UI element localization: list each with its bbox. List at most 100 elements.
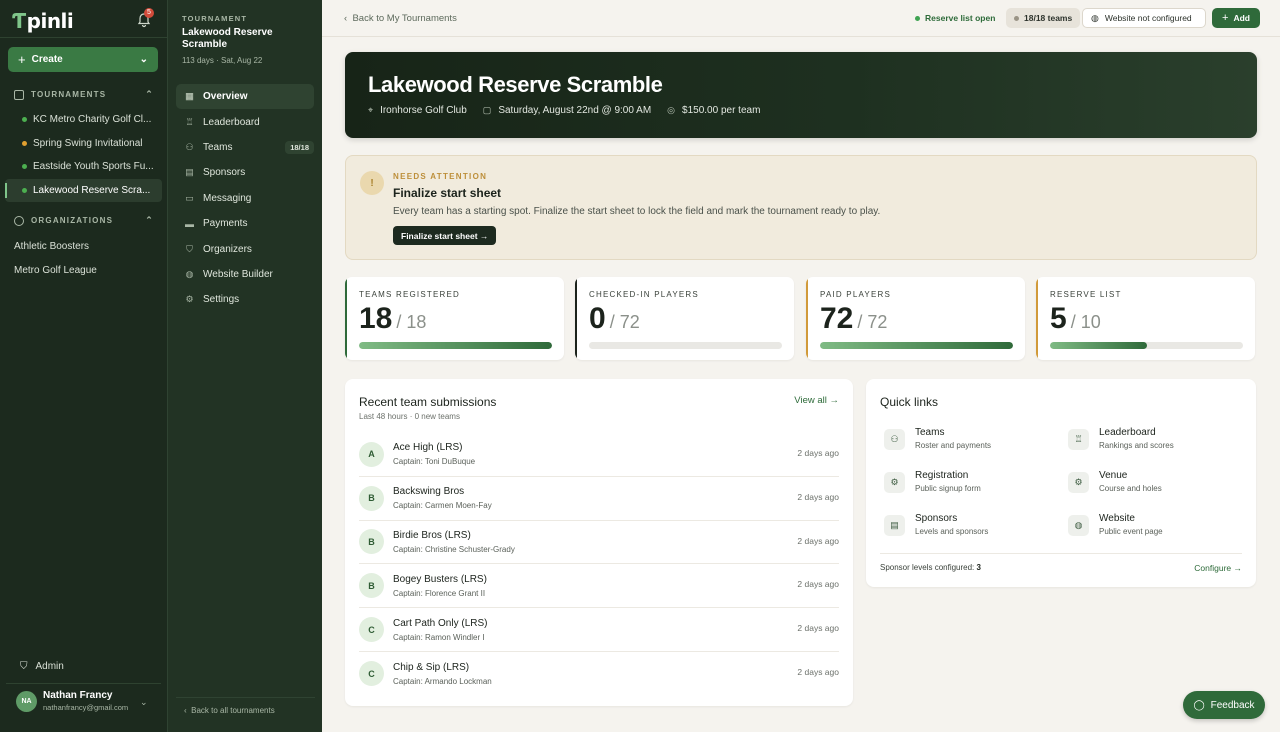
quick-link-name: Registration bbox=[915, 470, 969, 481]
quick-link-registration[interactable]: ⚙ Registration Public signup form bbox=[884, 470, 981, 493]
attention-label: NEEDS ATTENTION bbox=[393, 172, 488, 181]
user-name: Nathan Francy bbox=[43, 690, 113, 701]
quick-link-desc: Public event page bbox=[1099, 527, 1163, 536]
sidebar-item-tournament[interactable]: Lakewood Reserve Scra... bbox=[5, 178, 162, 202]
tournament-list: KC Metro Charity Golf Cl... Spring Swing… bbox=[5, 108, 162, 202]
sidebar-item-organization[interactable]: Metro Golf League bbox=[14, 265, 97, 276]
quick-link-name: Teams bbox=[915, 427, 945, 438]
list-item[interactable]: B Bogey Busters (LRS) Captain: Florence Gr… bbox=[359, 564, 839, 609]
stat-edge bbox=[1036, 277, 1038, 360]
team-captain: Captain: Ramon Windler I bbox=[393, 632, 485, 642]
stat-number: 5 bbox=[1050, 302, 1067, 335]
primary-sidebar: Ƭpinli 5 + Create ⌄ TOURNAMENTS ⌃ KC Met… bbox=[0, 0, 167, 732]
stat-label: CHECKED-IN PLAYERS bbox=[589, 290, 699, 299]
quick-links-card: Quick links ⚇ Teams Roster and payments ♖ L… bbox=[866, 379, 1256, 587]
tournament-hero: Lakewood Reserve Scramble ⌖ Ironhorse Gol… bbox=[345, 52, 1257, 138]
tournaments-heading[interactable]: TOURNAMENTS ⌃ bbox=[14, 89, 154, 100]
nav-label: Organizers bbox=[203, 243, 252, 255]
stat-total: / 72 bbox=[857, 312, 888, 332]
submitted-time: 2 days ago bbox=[797, 448, 839, 458]
status-dot bbox=[22, 164, 27, 170]
nav-messaging[interactable]: ▭ Messaging bbox=[176, 186, 314, 211]
view-all-link[interactable]: View all → bbox=[794, 395, 839, 406]
pill-label: 18/18 teams bbox=[1024, 13, 1073, 23]
building-icon: ▤ bbox=[884, 515, 905, 536]
submitted-time: 2 days ago bbox=[797, 491, 839, 502]
list-item[interactable]: B Birdie Bros (LRS) Captain: Christine Sch… bbox=[359, 521, 839, 565]
submitted-time: 2 days ago bbox=[797, 623, 839, 634]
organizations-heading[interactable]: ORGANIZATIONS ⌃ bbox=[14, 215, 154, 226]
submitted-time: 2 days ago bbox=[797, 579, 839, 590]
nav-overview[interactable]: ▦ Overview bbox=[176, 84, 314, 110]
quick-link-teams[interactable]: ⚇ Teams Roster and payments bbox=[884, 427, 991, 450]
list-item[interactable]: A Ace High (LRS) Captain: Toni DuBuque 2 da… bbox=[359, 433, 839, 477]
nav-settings[interactable]: ⚙ Settings bbox=[176, 287, 314, 312]
list-item[interactable]: C Cart Path Only (LRS) Captain: Ramon Wind… bbox=[359, 608, 839, 652]
finalize-start-sheet-button[interactable]: Finalize start sheet → bbox=[393, 226, 497, 245]
quick-link-sponsors[interactable]: ▤ Sponsors Levels and sponsors bbox=[884, 513, 988, 536]
list-item[interactable]: B Backswing Bros Captain: Carmen Moen-Fay 2… bbox=[359, 477, 839, 521]
pill-label: Website not configured bbox=[1104, 13, 1192, 23]
sidebar-item-tournament[interactable]: Spring Swing Invitational bbox=[5, 132, 162, 156]
nav-label: Website Builder bbox=[203, 268, 273, 280]
team-name: Backswing Bros bbox=[393, 486, 465, 498]
back-to-my-tournaments-link[interactable]: ‹ Back to My Tournaments bbox=[344, 13, 457, 24]
stat-edge bbox=[806, 277, 808, 360]
add-button[interactable]: + Add bbox=[1212, 8, 1260, 28]
nav-organizers[interactable]: ⛉ Organizers bbox=[176, 236, 314, 261]
tournament-label: KC Metro Charity Golf Cl... bbox=[33, 114, 152, 126]
user-menu[interactable]: NA Nathan Francy nathanfrancy@gmail.com bbox=[16, 690, 128, 712]
nav-leaderboard[interactable]: ♖ Leaderboard bbox=[176, 109, 314, 134]
sidebar-item-organization[interactable]: Athletic Boosters bbox=[14, 241, 89, 252]
progress-fill bbox=[359, 342, 552, 349]
sponsor-levels-summary: Sponsor levels configured: 3 bbox=[880, 563, 981, 572]
quick-link-desc: Public signup form bbox=[915, 484, 981, 493]
submitted-time: 2 days ago bbox=[797, 535, 839, 546]
quick-link-website[interactable]: ◍ Website Public event page bbox=[1068, 513, 1163, 536]
sidebar-item-tournament[interactable]: Eastside Youth Sports Fu... bbox=[5, 155, 162, 179]
price-text: $150.00 per team bbox=[682, 105, 761, 116]
location-pin-icon: ⌖ bbox=[368, 105, 374, 115]
chevron-down-icon[interactable]: ⌄ bbox=[140, 697, 148, 708]
plus-icon: + bbox=[18, 52, 26, 67]
info-icon: ! bbox=[360, 171, 384, 195]
nav-label: Messaging bbox=[203, 192, 252, 204]
nav-sponsors[interactable]: ▤ Sponsors bbox=[176, 160, 314, 185]
back-to-all-tournaments-link[interactable]: ‹ Back to all tournaments bbox=[184, 706, 275, 715]
stat-card-paid-players: PAID PLAYERS 72/ 72 bbox=[806, 277, 1025, 360]
admin-link[interactable]: ⛉ Admin bbox=[20, 661, 64, 672]
nav-payments[interactable]: ▬ Payments bbox=[176, 211, 314, 236]
create-label: Create bbox=[31, 54, 63, 65]
team-captain: Captain: Christine Schuster-Grady bbox=[393, 544, 515, 554]
section-label: ORGANIZATIONS bbox=[31, 216, 114, 225]
quick-link-venue[interactable]: ⚙ Venue Course and holes bbox=[1068, 470, 1162, 493]
sidebar-item-tournament[interactable]: KC Metro Charity Golf Cl... bbox=[5, 108, 162, 132]
globe-icon: ◍ bbox=[185, 268, 194, 279]
shield-icon: ⛉ bbox=[186, 243, 193, 254]
stat-value: 0/ 72 bbox=[589, 302, 640, 336]
list-item[interactable]: C Chip & Sip (LRS) Captain: Armando Lockma… bbox=[359, 652, 839, 696]
team-name: Birdie Bros (LRS) bbox=[393, 529, 471, 541]
status-dot bbox=[22, 187, 27, 193]
card-icon: ▬ bbox=[185, 218, 194, 229]
user-email: nathanfrancy@gmail.com bbox=[43, 703, 129, 712]
submissions-list: A Ace High (LRS) Captain: Toni DuBuque 2 da… bbox=[359, 433, 839, 696]
create-button[interactable]: + Create ⌄ bbox=[8, 47, 158, 72]
feedback-label: Feedback bbox=[1210, 699, 1255, 711]
quick-link-leaderboard[interactable]: ♖ Leaderboard Rankings and scores bbox=[1068, 427, 1174, 450]
team-captain: Captain: Carmen Moen-Fay bbox=[393, 501, 492, 511]
logo[interactable]: Ƭpinli bbox=[12, 9, 74, 33]
card-subtitle: Last 48 hours · 0 new teams bbox=[359, 412, 460, 421]
feedback-button[interactable]: ◯ Feedback bbox=[1183, 691, 1265, 719]
configure-link[interactable]: Configure → bbox=[1194, 563, 1242, 573]
nav-website-builder[interactable]: ◍ Website Builder bbox=[176, 262, 314, 287]
quick-link-name: Sponsors bbox=[915, 513, 958, 524]
people-icon bbox=[14, 215, 24, 226]
progress-fill bbox=[820, 342, 1013, 349]
tournament-nav: ▦ Overview ♖ Leaderboard ⚇ Teams 18/18 ▤ Spon… bbox=[176, 84, 314, 313]
website-status-button[interactable]: ◍ Website not configured bbox=[1082, 8, 1206, 28]
nav-teams[interactable]: ⚇ Teams 18/18 bbox=[176, 135, 314, 160]
teams-count-pill: 18/18 teams bbox=[1006, 8, 1081, 28]
progress-bar bbox=[359, 342, 552, 349]
team-captain: Captain: Armando Lockman bbox=[393, 676, 492, 686]
